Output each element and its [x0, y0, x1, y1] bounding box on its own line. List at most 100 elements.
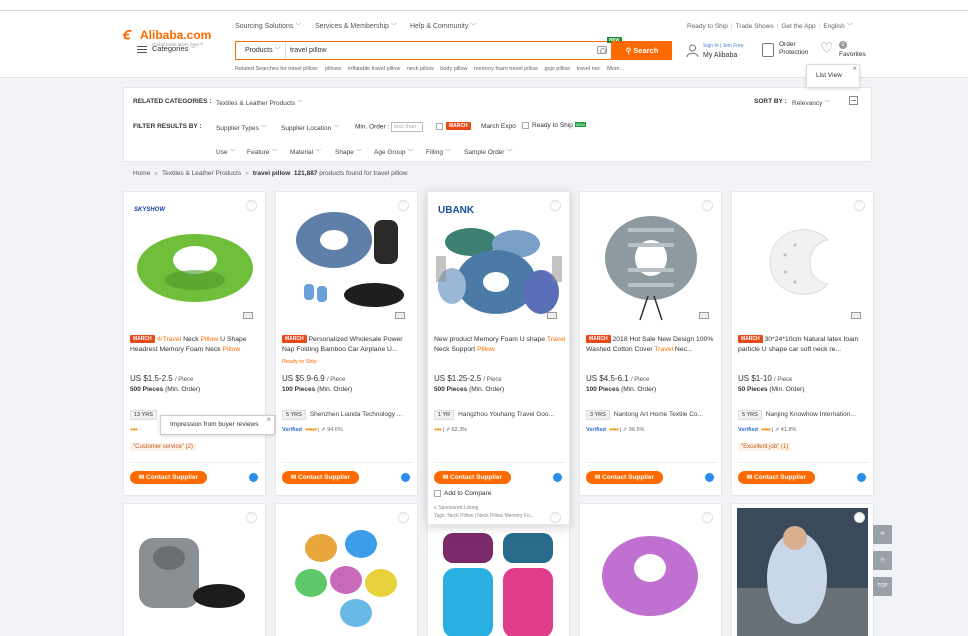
video-icon[interactable] — [395, 312, 405, 319]
product-card[interactable]: ♡ — [579, 503, 722, 636]
nav-sourcing-solutions[interactable]: Sourcing Solutions ﹀ — [235, 21, 301, 31]
heart-icon[interactable]: ♡ — [398, 200, 409, 211]
chat-icon[interactable] — [705, 473, 714, 482]
supplier-types-dropdown[interactable]: Supplier Types ﹀ — [216, 123, 267, 132]
related-search-link[interactable]: memory foam travel pillow — [474, 66, 538, 72]
search-input[interactable] — [290, 44, 590, 57]
favorites[interactable]: ♡ 0 Favorites — [820, 41, 870, 63]
history-icon[interactable]: ◷ — [873, 551, 892, 570]
categories-menu[interactable]: Categories ﹀ — [137, 44, 196, 53]
more-link[interactable]: More... — [607, 66, 624, 72]
ready-to-ship-checkbox[interactable] — [522, 122, 529, 129]
order-protection[interactable]: Order Protection — [762, 41, 818, 63]
close-icon[interactable]: × — [852, 58, 857, 80]
product-card[interactable]: ♡ MARCH Personalized Wholesale Power Nap… — [275, 191, 418, 496]
related-search-link[interactable]: body pillow — [440, 66, 467, 72]
join-free-link[interactable]: Join Free — [723, 43, 744, 49]
product-image[interactable]: UBANK — [436, 200, 562, 326]
heart-icon[interactable]: ♡ — [702, 200, 713, 211]
supplier-info[interactable]: 3 YRS Nantong Art Home Textile Co... — [586, 410, 718, 420]
heart-icon[interactable]: ♡ — [398, 512, 409, 523]
product-card[interactable]: ♡ — [731, 503, 874, 636]
product-title[interactable]: New product Memory Foam U shape Travel N… — [434, 335, 566, 355]
compare-checkbox[interactable] — [434, 490, 441, 497]
breadcrumb-home[interactable]: Home — [133, 170, 150, 177]
nav-services-membership[interactable]: Services & Membership ﹀ — [315, 21, 397, 31]
product-image[interactable] — [433, 508, 564, 636]
march-checkbox[interactable] — [436, 122, 443, 130]
chat-icon[interactable] — [401, 473, 410, 482]
video-icon[interactable] — [547, 312, 557, 319]
filling-dropdown[interactable]: Filling ﹀ — [426, 147, 451, 156]
product-card[interactable]: ♡ — [123, 503, 266, 636]
related-search-link[interactable]: neck pillow — [407, 66, 434, 72]
product-image[interactable] — [284, 200, 410, 326]
supplier-info[interactable]: 5 YRS Shenzhen Lianda Technology ... — [282, 410, 414, 420]
sign-in-link[interactable]: Sign In — [703, 43, 719, 49]
heart-icon[interactable]: ♡ — [854, 200, 865, 211]
product-title[interactable]: MARCH Personalized Wholesale Power Nap F… — [282, 335, 414, 355]
material-dropdown[interactable]: Material ﹀ — [290, 147, 321, 156]
product-image[interactable] — [281, 508, 412, 636]
product-title[interactable]: MARCH 2018 Hot Sale New Design 100% Wash… — [586, 335, 718, 355]
language-selector[interactable]: English — [823, 23, 844, 30]
contact-supplier-button[interactable]: ✉ Contact Supplier — [586, 471, 663, 484]
contact-supplier-button[interactable]: ✉ Contact Supplier — [282, 471, 359, 484]
camera-icon[interactable] — [597, 46, 607, 54]
video-icon[interactable] — [699, 312, 709, 319]
heart-icon[interactable]: ♡ — [702, 512, 713, 523]
trade-shows-link[interactable]: Trade Shows — [736, 23, 774, 30]
product-card[interactable]: UBANK ♡ New product Memory Foam U shape … — [427, 191, 570, 525]
related-search-link[interactable]: inflatable travel pillow — [348, 66, 400, 72]
heart-icon[interactable]: ♡ — [550, 512, 561, 523]
contact-supplier-button[interactable]: ✉ Contact Supplier — [434, 471, 511, 484]
related-search-link[interactable]: travel nec — [577, 66, 601, 72]
sort-dropdown[interactable]: Relevancy ﹀ — [792, 98, 830, 107]
chat-icon[interactable] — [857, 473, 866, 482]
use-dropdown[interactable]: Use ﹀ — [216, 147, 236, 156]
related-search-link[interactable]: gojo pillow — [544, 66, 570, 72]
add-to-compare[interactable]: Add to Compare — [434, 490, 491, 497]
heart-icon[interactable]: ♡ — [854, 512, 865, 523]
supplier-info[interactable]: 1 YR Hangzhou Youhang Travel Goo... — [434, 410, 566, 420]
product-card[interactable]: SKYSHOW ♡ MARCH ♔Travel Neck Pillow U Sh… — [123, 191, 266, 496]
video-icon[interactable] — [243, 312, 253, 319]
nav-help-community[interactable]: Help & Community ﹀ — [410, 21, 476, 31]
product-image[interactable] — [585, 508, 716, 636]
march-filter[interactable]: MARCH — [436, 122, 471, 130]
video-icon[interactable] — [851, 312, 861, 319]
breadcrumb-category[interactable]: Textiles & Leather Products — [162, 170, 241, 177]
contact-supplier-button[interactable]: ✉ Contact Supplier — [130, 471, 207, 484]
chat-icon[interactable] — [553, 473, 562, 482]
close-icon[interactable]: × — [266, 411, 271, 429]
search-button[interactable]: ⚲ Search — [612, 41, 672, 60]
related-search-link[interactable]: pillows — [325, 66, 342, 72]
sign-in-links[interactable]: Sign In | Join Free — [703, 43, 744, 49]
heart-icon[interactable]: ♡ — [550, 200, 561, 211]
contact-supplier-button[interactable]: ✉ Contact Supplier — [738, 471, 815, 484]
feedback-button[interactable]: ✉ — [873, 525, 892, 544]
ready-to-ship-link[interactable]: Ready to Ship — [687, 23, 728, 30]
list-view-icon[interactable] — [849, 96, 858, 105]
supplier-location-dropdown[interactable]: Supplier Location ﹀ — [281, 123, 339, 132]
product-image[interactable]: SKYSHOW — [132, 200, 258, 326]
product-tags[interactable]: Tags: Neck Pillow | Neck Pillow Memory F… — [434, 513, 564, 519]
get-the-app-link[interactable]: Get the App — [781, 23, 815, 30]
account-menu[interactable]: Sign In | Join Free My Alibaba — [686, 43, 756, 63]
heart-icon[interactable]: ♡ — [246, 512, 257, 523]
product-image[interactable] — [588, 200, 714, 326]
product-image[interactable] — [740, 200, 866, 326]
min-order-input[interactable]: less than — [391, 122, 424, 132]
product-title[interactable]: MARCH ♔Travel Neck Pillow U Shape Headre… — [130, 335, 262, 355]
back-to-top-button[interactable]: TOP — [873, 577, 892, 596]
product-image[interactable] — [737, 508, 868, 636]
ready-to-ship-filter[interactable]: Ready to Ship NEW — [522, 122, 586, 129]
chat-icon[interactable] — [249, 473, 258, 482]
product-image[interactable] — [129, 508, 260, 636]
feature-dropdown[interactable]: Feature ﹀ — [247, 147, 277, 156]
heart-icon[interactable]: ♡ — [246, 200, 257, 211]
product-card[interactable]: ♡ MARCH 2018 Hot Sale New Design 100% Wa… — [579, 191, 722, 496]
product-title[interactable]: MARCH 30*24*10cm Natural latex foam part… — [738, 335, 870, 355]
product-card[interactable]: ♡ MARCH 30*24*10cm Natural latex foam pa… — [731, 191, 874, 496]
sample-order-dropdown[interactable]: Sample Order ﹀ — [464, 147, 512, 156]
